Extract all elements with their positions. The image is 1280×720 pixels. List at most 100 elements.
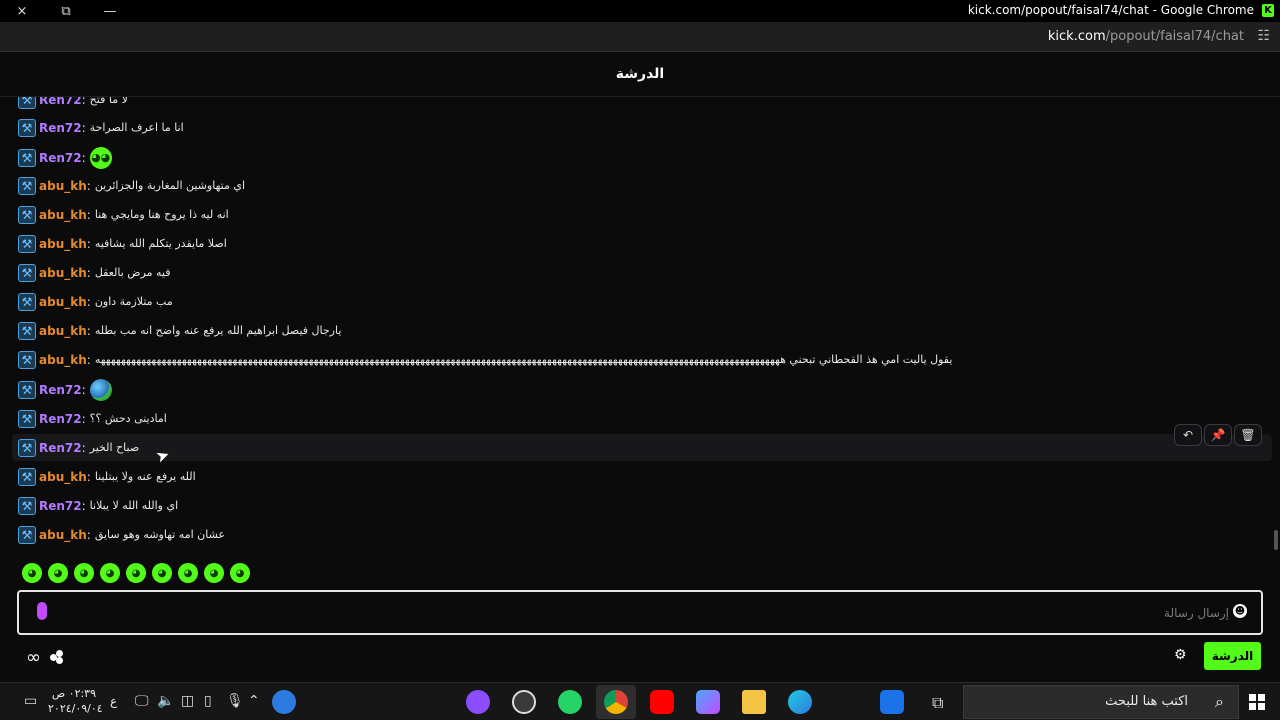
chat-messages[interactable]: ⚒ Ren72: لا ما فتح ⚒ Ren72: انا ما اعرف الصرا… bbox=[0, 97, 1280, 550]
moderator-badge-icon[interactable]: ⚒ bbox=[18, 467, 36, 486]
moderator-badge-icon[interactable]: ⚒ bbox=[18, 496, 36, 515]
chat-message-text: امادينى دحش ؟؟ bbox=[89, 412, 167, 425]
chevron-up-icon[interactable]: ⌃ bbox=[248, 693, 260, 709]
chat-username[interactable]: Ren72 bbox=[39, 441, 82, 455]
chat-username[interactable]: abu_kh bbox=[39, 528, 87, 542]
moderator-badge-icon[interactable]: ⚒ bbox=[18, 97, 36, 109]
youtube-app-icon[interactable] bbox=[650, 690, 674, 714]
minimize-window-button[interactable]: — bbox=[88, 0, 132, 22]
moderator-badge-icon[interactable]: ⚒ bbox=[18, 525, 36, 544]
whatsapp-app-icon[interactable] bbox=[558, 690, 582, 714]
windows-start-icon[interactable] bbox=[1249, 694, 1265, 710]
moderator-badge-icon[interactable]: ⚒ bbox=[18, 148, 36, 167]
emote-icon[interactable]: ◕ bbox=[152, 563, 172, 583]
moderator-badge-icon[interactable]: ⚒ bbox=[18, 409, 36, 428]
chat-message[interactable]: ⚒ abu_kh: فيه مرض بالعقل bbox=[12, 259, 1272, 286]
file-explorer-icon[interactable] bbox=[742, 690, 766, 714]
chat-message[interactable]: ⚒ abu_kh: يارجال فيصل ابراهيم الله يرفع عن… bbox=[12, 317, 1272, 344]
chat-message[interactable]: ⚒ Ren72: صباح الخير ↶ 📌 🗑 bbox=[12, 424, 1272, 461]
chat-message[interactable]: ⚒ Ren72: bbox=[12, 376, 1272, 403]
chat-username[interactable]: abu_kh bbox=[39, 208, 87, 222]
moderator-badge-icon[interactable]: ⚒ bbox=[18, 380, 36, 399]
microphone-icon[interactable] bbox=[37, 602, 47, 620]
display-icon[interactable]: 🖵 bbox=[135, 693, 149, 709]
chat-username[interactable]: Ren72 bbox=[39, 151, 82, 165]
chat-message[interactable]: ⚒ Ren72: اي والله الله لا يبلانا bbox=[12, 492, 1272, 519]
emote-icon[interactable]: ◕ bbox=[48, 563, 68, 583]
emote-icon[interactable]: ◕ bbox=[100, 563, 120, 583]
reply-icon[interactable]: ↶ bbox=[1174, 424, 1202, 446]
address-bar[interactable]: kick.com/popout/faisal74/chat ☷ bbox=[0, 22, 1280, 52]
chat-message[interactable]: ⚒ abu_kh: اصلا مايقدر يتكلم الله يشافيه bbox=[12, 230, 1272, 257]
taskbar-clock[interactable]: ٠٢:٣٩ ص ٢٠٢٤/٠٩/٠٤ bbox=[48, 686, 103, 716]
emote-icon[interactable]: ◕ bbox=[204, 563, 224, 583]
chat-username[interactable]: Ren72 bbox=[39, 499, 82, 513]
chat-username[interactable]: Ren72 bbox=[39, 383, 82, 397]
battery-icon[interactable]: ▯ bbox=[204, 693, 212, 709]
chat-message[interactable]: ⚒ Ren72: ◕◕ bbox=[12, 144, 1272, 171]
chat-username[interactable]: abu_kh bbox=[39, 324, 87, 338]
obs-app-icon[interactable] bbox=[512, 690, 536, 714]
chat-username[interactable]: abu_kh bbox=[39, 266, 87, 280]
delete-icon[interactable]: 🗑 bbox=[1234, 424, 1262, 446]
emote-icon[interactable]: ◕ bbox=[178, 563, 198, 583]
notification-icon[interactable]: ▭ bbox=[24, 693, 37, 709]
restore-window-button[interactable]: ⧉ bbox=[44, 0, 88, 22]
send-chat-button[interactable]: الدرشة bbox=[1204, 642, 1261, 670]
chat-username[interactable]: abu_kh bbox=[39, 237, 87, 251]
chat-message[interactable]: ⚒ abu_kh: انه ليه ذا يروح هنا ومايجي هنا bbox=[12, 201, 1272, 228]
help-app-icon[interactable] bbox=[272, 690, 296, 714]
gear-icon[interactable]: ⚙ bbox=[1174, 647, 1187, 663]
moderator-badge-icon[interactable]: ⚒ bbox=[18, 321, 36, 340]
network-icon[interactable]: ◫ bbox=[181, 693, 194, 709]
chat-username[interactable]: abu_kh bbox=[39, 353, 87, 367]
chat-username[interactable]: Ren72 bbox=[39, 97, 82, 107]
moderator-badge-icon[interactable]: ⚒ bbox=[18, 292, 36, 311]
chat-message[interactable]: ⚒ Ren72: امادينى دحش ؟؟ bbox=[12, 405, 1272, 432]
close-window-button[interactable]: × bbox=[0, 0, 44, 22]
discord-app-icon[interactable] bbox=[466, 690, 490, 714]
username-separator: : bbox=[81, 440, 86, 455]
mic-tray-icon[interactable]: 🎙 bbox=[226, 693, 244, 709]
edge-app-icon[interactable] bbox=[788, 690, 812, 714]
chat-message[interactable]: ⚒ abu_kh: الله يرفع عنه ولا يبتلينا bbox=[12, 463, 1272, 490]
chat-message-input[interactable] bbox=[69, 602, 1229, 624]
m365-app-icon[interactable] bbox=[696, 690, 720, 714]
emote-icon[interactable]: ◕ bbox=[230, 563, 250, 583]
taskbar-search[interactable]: اكتب هنا للبحث ⌕ bbox=[963, 685, 1239, 719]
infinity-icon[interactable]: ∞ bbox=[26, 647, 41, 668]
moderator-badge-icon[interactable]: ⚒ bbox=[18, 118, 36, 137]
chat-message[interactable]: ⚒ abu_kh: عشان امه تهاوشه وهو سايق bbox=[12, 521, 1272, 548]
emote-icon[interactable]: ◕ bbox=[22, 563, 42, 583]
moderator-badge-icon[interactable]: ⚒ bbox=[18, 350, 36, 369]
chat-username[interactable]: Ren72 bbox=[39, 412, 82, 426]
chat-username[interactable]: Ren72 bbox=[39, 121, 82, 135]
scrollbar[interactable] bbox=[1274, 530, 1278, 550]
site-settings-icon[interactable]: ☷ bbox=[1257, 28, 1270, 44]
task-view-icon[interactable]: ⧉ bbox=[932, 693, 943, 713]
emote-icon[interactable]: ◕ bbox=[74, 563, 94, 583]
moderator-badge-icon[interactable]: ⚒ bbox=[18, 263, 36, 282]
moderator-badge-icon[interactable]: ⚒ bbox=[18, 176, 36, 195]
chrome-app-icon[interactable] bbox=[604, 690, 628, 714]
chat-message[interactable]: ⚒ abu_kh: مب متلازمة داون bbox=[12, 288, 1272, 315]
chat-message[interactable]: ⚒ Ren72: انا ما اعرف الصراحة bbox=[12, 114, 1272, 141]
chat-message[interactable]: ⚒ abu_kh: يقول ياليت امي هذ القحطاني تبحني… bbox=[12, 346, 1272, 373]
moderator-badge-icon[interactable]: ⚒ bbox=[18, 438, 36, 457]
chat-message[interactable]: ⚒ Ren72: لا ما فتح bbox=[12, 97, 1272, 113]
chat-message[interactable]: ⚒ abu_kh: اي متهاوشين المغاربة والجزائرين bbox=[12, 172, 1272, 199]
volume-icon[interactable]: 🔈 bbox=[157, 693, 174, 709]
chat-username[interactable]: abu_kh bbox=[39, 179, 87, 193]
username-separator: : bbox=[81, 120, 86, 135]
moderator-badge-icon[interactable]: ⚒ bbox=[18, 205, 36, 224]
community-icon[interactable] bbox=[50, 650, 64, 664]
pin-icon[interactable]: 📌 bbox=[1204, 424, 1232, 446]
moderator-badge-icon[interactable]: ⚒ bbox=[18, 234, 36, 253]
emoji-picker-icon[interactable]: ☻ bbox=[1233, 604, 1247, 618]
outlook-app-icon[interactable] bbox=[880, 690, 904, 714]
chat-username[interactable]: abu_kh bbox=[39, 470, 87, 484]
input-language[interactable]: ع bbox=[110, 694, 117, 708]
chat-username[interactable]: abu_kh bbox=[39, 295, 87, 309]
url-text[interactable]: kick.com/popout/faisal74/chat bbox=[1048, 29, 1244, 44]
emote-icon[interactable]: ◕ bbox=[126, 563, 146, 583]
